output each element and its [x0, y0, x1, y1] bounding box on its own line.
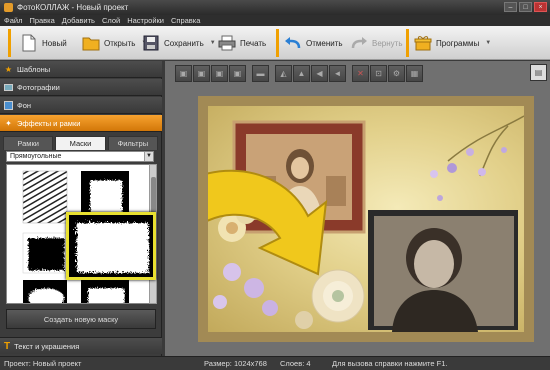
- star-icon: ★: [4, 64, 13, 74]
- mask-type-select[interactable]: Прямоугольные ▼: [6, 151, 154, 162]
- properties-icon[interactable]: ▦: [406, 64, 423, 82]
- portrait-photo: [368, 210, 518, 332]
- redo-button[interactable]: Вернуть: [350, 30, 402, 56]
- effects-icon: ✦: [5, 118, 12, 128]
- menu-file[interactable]: Файл: [4, 16, 22, 25]
- title-bar: ФотоКОЛЛАЖ - Новый проект – □ ×: [0, 0, 550, 15]
- programs-button[interactable]: Программы ▼: [414, 30, 491, 56]
- mask-thumb-brush[interactable]: [81, 280, 129, 304]
- mask-thumb-selected[interactable]: [66, 212, 156, 280]
- sidebar-item-effects[interactable]: ✦ Эффекты и рамки: [0, 115, 162, 132]
- toolbar-separator: [8, 29, 11, 57]
- main-toolbar: Новый Открыть ▼ Сохранить ▼ Печать Отмен…: [0, 26, 550, 60]
- crop-icon[interactable]: ⊡: [370, 64, 387, 82]
- rotate-right-icon[interactable]: ◄: [329, 64, 346, 82]
- sidebar-item-photos[interactable]: Фотографии: [0, 79, 162, 96]
- flower-branch-decoration: [430, 115, 524, 201]
- status-project: Проект: Новый проект: [4, 359, 82, 368]
- delete-icon[interactable]: ✕: [352, 64, 369, 82]
- send-back-icon[interactable]: ▣: [193, 64, 210, 82]
- layer-up-icon[interactable]: ▣: [211, 64, 228, 82]
- chevron-down-icon[interactable]: ▼: [210, 40, 216, 46]
- text-icon: T: [4, 340, 11, 352]
- menu-add[interactable]: Добавить: [62, 16, 95, 25]
- toolbar-separator: [276, 29, 279, 57]
- scrollbar-thumb[interactable]: [151, 177, 156, 217]
- maximize-button[interactable]: □: [519, 2, 532, 12]
- collage-background: [208, 106, 524, 332]
- toolbar-separator: [406, 29, 409, 57]
- flip-icon[interactable]: ◭: [275, 64, 292, 82]
- print-button[interactable]: Печать: [218, 30, 266, 56]
- floppy-icon: [142, 34, 160, 52]
- redo-icon: [350, 34, 368, 52]
- status-layers: Слоев: 4: [280, 359, 311, 368]
- align-icon[interactable]: ▬: [252, 64, 269, 82]
- effects-tabs: Рамки Маски Фильтры: [3, 136, 158, 150]
- tab-masks[interactable]: Маски: [55, 136, 106, 150]
- create-mask-button[interactable]: Создать новую маску: [6, 309, 156, 329]
- canvas-toolbar: ▣ ▣ ▣ ▣ ▬ ◭ ▲ ◀ ◄ ✕ ⊡ ⚙ ▦ ▤: [175, 64, 547, 82]
- collage-preview: [198, 96, 534, 342]
- minimize-button[interactable]: –: [504, 2, 517, 12]
- menu-edit[interactable]: Правка: [29, 16, 54, 25]
- mask-thumb-vignette[interactable]: [23, 280, 67, 304]
- status-bar: Проект: Новый проект Размер: 1024x768 Сл…: [0, 356, 550, 370]
- photo-icon: [4, 83, 13, 92]
- sidebar-item-background[interactable]: Фон: [0, 97, 162, 114]
- new-button[interactable]: Новый: [20, 30, 67, 56]
- open-button[interactable]: Открыть ▼: [82, 30, 147, 56]
- undo-button[interactable]: Отменить: [284, 30, 343, 56]
- save-button[interactable]: Сохранить ▼: [142, 30, 216, 56]
- mask-thumb-stripes[interactable]: [22, 170, 68, 224]
- status-size: Размер: 1024x768: [204, 359, 267, 368]
- chevron-down-icon[interactable]: ▼: [485, 40, 491, 46]
- bring-front-icon[interactable]: ▣: [175, 64, 192, 82]
- rotate-left-icon[interactable]: ◀: [311, 64, 328, 82]
- settings-icon[interactable]: ⚙: [388, 64, 405, 82]
- tab-filters[interactable]: Фильтры: [107, 136, 158, 150]
- menu-bar: Файл Правка Добавить Слой Настройки Спра…: [0, 15, 550, 26]
- printer-icon: [218, 34, 236, 52]
- chevron-down-icon[interactable]: ▼: [144, 152, 153, 161]
- background-icon: [4, 100, 13, 110]
- mask-thumb-splash[interactable]: [22, 232, 68, 274]
- sidebar-item-templates[interactable]: ★ Шаблоны: [0, 61, 162, 78]
- menu-layer[interactable]: Слой: [102, 16, 120, 25]
- tab-frames[interactable]: Рамки: [3, 136, 54, 150]
- menu-settings[interactable]: Настройки: [127, 16, 164, 25]
- layer-down-icon[interactable]: ▣: [229, 64, 246, 82]
- mirror-icon[interactable]: ▲: [293, 64, 310, 82]
- menu-help[interactable]: Справка: [171, 16, 200, 25]
- sidebar-item-text[interactable]: T Текст и украшения: [0, 337, 162, 354]
- undo-icon: [284, 34, 302, 52]
- folder-icon: [82, 34, 100, 52]
- app-icon: [4, 3, 13, 12]
- status-help: Для вызова справки нажмите F1.: [332, 359, 448, 368]
- mask-type-value: Прямоугольные: [10, 153, 62, 160]
- page-icon[interactable]: ▤: [530, 64, 547, 81]
- close-button[interactable]: ×: [534, 2, 547, 12]
- new-document-icon: [20, 34, 38, 52]
- window-title: ФотоКОЛЛАЖ - Новый проект: [17, 3, 129, 12]
- gift-icon: [414, 34, 432, 52]
